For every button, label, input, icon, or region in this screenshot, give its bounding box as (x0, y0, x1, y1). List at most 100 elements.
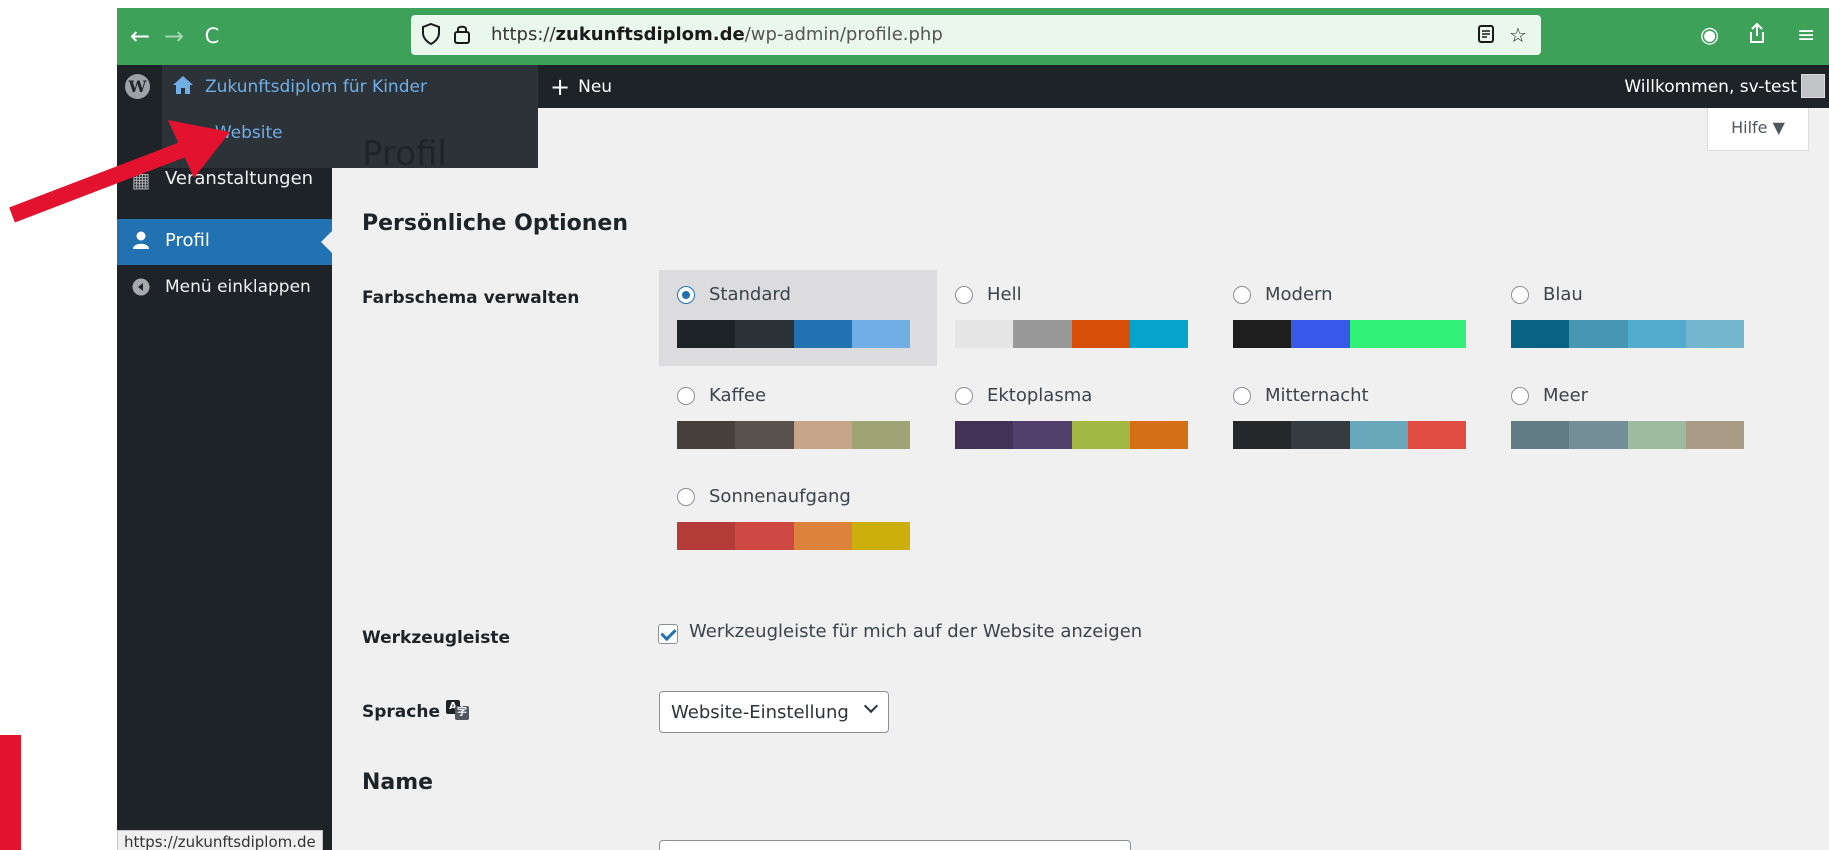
radio-button[interactable] (677, 488, 695, 506)
color-swatch (1627, 320, 1686, 348)
share-icon[interactable] (1747, 21, 1767, 54)
language-label-text: Sprache (362, 702, 440, 722)
color-swatch (1233, 320, 1292, 348)
radio-button[interactable] (1511, 387, 1529, 405)
color-swatch (1407, 320, 1466, 348)
radio-button[interactable] (955, 387, 973, 405)
language-select-value: Website-Einstellung (671, 702, 849, 723)
annotation-arrow (9, 120, 230, 223)
color-scheme-option[interactable]: Hell (937, 270, 1215, 366)
annotation-bar (0, 735, 21, 850)
plus-icon: + (550, 73, 571, 101)
avatar[interactable] (1801, 74, 1825, 98)
color-scheme-name: Kaffee (709, 385, 767, 406)
new-label: Neu (578, 77, 613, 97)
color-scheme-name: Modern (1265, 284, 1333, 305)
language-label: Sprache A 字 (362, 700, 470, 722)
color-scheme-option[interactable]: Modern (1215, 270, 1493, 366)
wordpress-logo-icon[interactable]: W (125, 74, 150, 99)
color-swatch (793, 320, 852, 348)
color-swatches (1511, 421, 1744, 449)
sidebar-item-label: Menü einklappen (165, 277, 311, 297)
menu-icon[interactable]: ≡ (1797, 21, 1815, 51)
color-swatch (1071, 320, 1130, 348)
account-icon[interactable]: ◉ (1700, 21, 1719, 51)
color-swatch (735, 421, 794, 449)
name-input[interactable] (659, 840, 1131, 850)
radio-button[interactable] (1233, 286, 1251, 304)
url-text[interactable]: https://zukunftsdiplom.de/wp-admin/profi… (491, 24, 943, 46)
color-scheme-name: Ektoplasma (987, 385, 1093, 406)
color-scheme-option[interactable]: Ektoplasma (937, 371, 1215, 467)
color-swatch (793, 421, 852, 449)
color-swatch (793, 522, 852, 550)
color-swatch (1627, 421, 1686, 449)
color-swatch (851, 522, 910, 550)
language-select[interactable]: Website-Einstellung (659, 691, 889, 733)
status-url-tooltip: https://zukunftsdiplom.de (117, 830, 323, 850)
color-swatches (677, 522, 910, 550)
color-swatch (1129, 320, 1188, 348)
color-swatch (677, 522, 736, 550)
radio-button[interactable] (1233, 387, 1251, 405)
browser-toolbar: ← → C https://zukunftsdiplom.de/wp-admin… (117, 8, 1829, 65)
color-scheme-option[interactable]: Mitternacht (1215, 371, 1493, 467)
color-scheme-option[interactable]: Blau (1493, 270, 1771, 366)
radio-button[interactable] (677, 286, 695, 304)
color-scheme-name: Meer (1543, 385, 1589, 406)
translation-icon: A字 (445, 700, 470, 720)
site-name-label: Zukunftsdiplom für Kinder (205, 77, 427, 97)
color-swatch (1071, 421, 1130, 449)
admin-bar: W Zukunftsdiplom für Kinder + Neu Willkom… (117, 65, 1829, 108)
color-scheme-name: Hell (987, 284, 1022, 305)
back-icon[interactable]: ← (125, 21, 155, 51)
color-swatch (1685, 320, 1744, 348)
color-swatches (1511, 320, 1744, 348)
toolbar-label: Werkzeugleiste (362, 628, 511, 648)
color-scheme-name: Mitternacht (1265, 385, 1369, 406)
radio-button[interactable] (955, 286, 973, 304)
radio-button[interactable] (677, 387, 695, 405)
shield-icon[interactable] (421, 22, 441, 50)
url-prefix: https:// (491, 24, 556, 45)
address-bar[interactable]: https://zukunftsdiplom.de/wp-admin/profi… (411, 15, 1541, 55)
color-swatch (677, 320, 736, 348)
site-name-menu[interactable]: Zukunftsdiplom für Kinder (162, 65, 538, 108)
color-swatch (1013, 320, 1072, 348)
color-swatch (1291, 320, 1350, 348)
color-swatch (1569, 320, 1628, 348)
toolbar-checkbox[interactable] (658, 624, 678, 644)
reload-icon[interactable]: C (197, 21, 227, 51)
color-swatch (677, 421, 736, 449)
color-scheme-option[interactable]: Sonnenaufgang (659, 472, 937, 568)
color-swatch (1349, 320, 1408, 348)
new-content-button[interactable]: + Neu (550, 73, 612, 101)
bookmark-star-icon[interactable]: ☆ (1509, 23, 1527, 47)
help-button[interactable]: Hilfe ▼ (1707, 108, 1809, 151)
color-swatch (735, 522, 794, 550)
color-scheme-option[interactable]: Meer (1493, 371, 1771, 467)
forward-icon[interactable]: → (159, 21, 189, 51)
color-swatch (851, 421, 910, 449)
color-scheme-name: Blau (1543, 284, 1583, 305)
collapse-menu-button[interactable]: Menü einklappen (117, 266, 332, 312)
color-scheme-option[interactable]: Kaffee (659, 371, 937, 467)
section-heading-personal: Persönliche Optionen (362, 211, 628, 236)
color-swatch (1569, 421, 1628, 449)
reader-view-icon[interactable] (1477, 23, 1495, 50)
color-swatch (851, 320, 910, 348)
lock-icon[interactable] (453, 23, 471, 50)
toolbar-checkbox-label[interactable]: Werkzeugleiste für mich auf der Website … (689, 621, 1142, 642)
color-swatch (735, 320, 794, 348)
color-swatch (955, 320, 1014, 348)
page-title: Profil (362, 134, 447, 174)
color-scheme-option[interactable]: Standard (659, 270, 937, 366)
color-swatches (955, 320, 1188, 348)
color-swatches (677, 320, 910, 348)
color-swatch (1013, 421, 1072, 449)
welcome-user[interactable]: Willkommen, sv-test (1624, 77, 1797, 97)
color-swatch (1511, 421, 1570, 449)
radio-button[interactable] (1511, 286, 1529, 304)
color-scheme-name: Sonnenaufgang (709, 486, 851, 507)
color-scheme-label: Farbschema verwalten (362, 288, 580, 308)
